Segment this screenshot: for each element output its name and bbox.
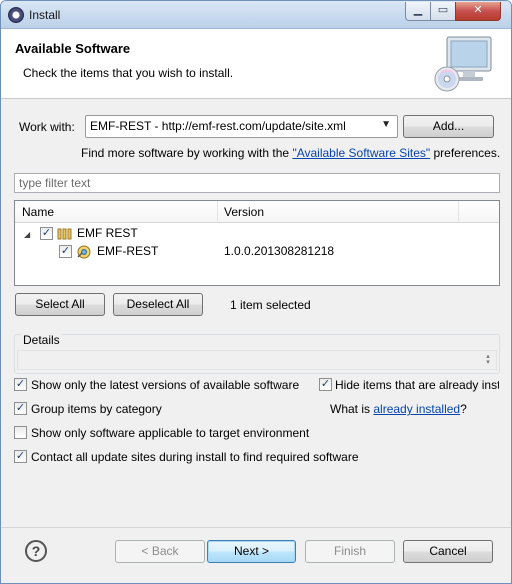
hide-installed-checkbox[interactable]: ✓	[319, 378, 332, 391]
maximize-icon: ▭	[437, 4, 449, 16]
install-dialog: Install ▁ ▭ ✕ Available Software Check t…	[0, 0, 512, 584]
close-icon: ✕	[473, 4, 483, 16]
category-checkbox[interactable]: ✓	[40, 227, 53, 240]
tree-header: Name Version	[15, 201, 499, 223]
column-name-header[interactable]: Name	[22, 205, 54, 219]
add-site-button[interactable]: Add...	[403, 115, 494, 138]
page-title: Available Software	[15, 41, 131, 56]
details-label: Details	[21, 333, 62, 347]
feature-version: 1.0.0.201308281218	[224, 244, 335, 258]
what-is-suffix: ?	[460, 402, 467, 416]
find-more-text: Find more software by working with the "…	[81, 146, 500, 160]
window-title: Install	[29, 8, 61, 22]
category-icon	[57, 228, 72, 240]
help-icon[interactable]: ?	[25, 540, 47, 562]
feature-checkbox[interactable]: ✓	[59, 245, 72, 258]
filter-input[interactable]: type filter text	[14, 173, 500, 193]
title-bar: Install ▁ ▭ ✕	[1, 1, 511, 29]
details-scroll-arrows-icon[interactable]: ▴ ▾	[483, 353, 493, 366]
work-with-label: Work with:	[19, 120, 75, 134]
group-by-category-label: Group items by category	[31, 402, 162, 416]
feature-plug-icon	[77, 245, 91, 259]
work-with-value: EMF-REST - http://emf-rest.com/update/si…	[90, 119, 346, 133]
eclipse-icon	[8, 7, 24, 23]
software-tree: Name Version ◢ ✓ EMF REST ✓ EMF-REST 1.0…	[14, 200, 500, 286]
page-description: Check the items that you wish to install…	[23, 66, 234, 80]
applicable-only-label: Show only software applicable to target …	[31, 426, 310, 440]
minimize-button[interactable]: ▁	[405, 2, 431, 21]
footer-separator	[1, 527, 511, 528]
next-button[interactable]: Next >	[207, 540, 296, 563]
contact-sites-checkbox[interactable]: ✓	[14, 450, 27, 463]
maximize-button[interactable]: ▭	[430, 2, 456, 21]
column-separator	[217, 201, 218, 223]
details-text-area	[17, 350, 497, 370]
select-all-button[interactable]: Select All	[15, 293, 105, 316]
group-by-category-checkbox[interactable]: ✓	[14, 402, 27, 415]
what-is-prefix: What is	[330, 402, 371, 416]
find-more-prefix: Find more software by working with the	[81, 146, 290, 160]
minimize-icon: ▁	[413, 4, 423, 16]
work-with-combo[interactable]: EMF-REST - http://emf-rest.com/update/si…	[85, 115, 398, 138]
close-button[interactable]: ✕	[455, 2, 501, 21]
hide-installed-label: Hide items that are already installed	[335, 378, 499, 392]
column-separator	[458, 201, 459, 223]
category-name: EMF REST	[77, 226, 138, 240]
latest-versions-label: Show only the latest versions of availab…	[31, 378, 300, 392]
cancel-button[interactable]: Cancel	[403, 540, 493, 563]
applicable-only-checkbox[interactable]	[14, 426, 27, 439]
available-software-sites-link[interactable]: "Available Software Sites"	[292, 146, 430, 160]
contact-sites-label: Contact all update sites during install …	[31, 450, 359, 464]
monitor-cd-icon	[434, 36, 492, 92]
chevron-down-icon[interactable]: ▼	[381, 119, 391, 130]
finish-button[interactable]: Finish	[305, 540, 395, 563]
latest-versions-checkbox[interactable]: ✓	[14, 378, 27, 391]
already-installed-link[interactable]: already installed	[373, 402, 460, 416]
selection-status: 1 item selected	[230, 298, 311, 312]
find-more-suffix: preferences.	[433, 146, 501, 160]
collapse-arrow-icon[interactable]: ◢	[24, 230, 30, 239]
back-button[interactable]: < Back	[115, 540, 205, 563]
column-version-header[interactable]: Version	[224, 205, 264, 219]
header-banner: Available Software Check the items that …	[1, 29, 511, 99]
what-is-installed-text: What is already installed?	[330, 402, 467, 416]
deselect-all-button[interactable]: Deselect All	[113, 293, 203, 316]
feature-name: EMF-REST	[97, 244, 159, 258]
